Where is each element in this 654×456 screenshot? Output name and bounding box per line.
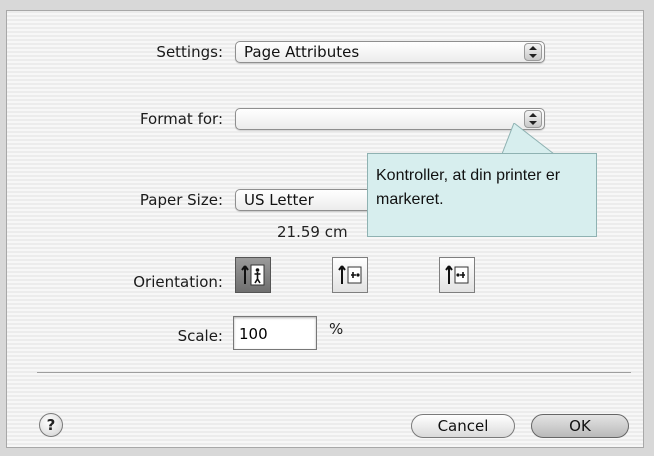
paper-size-value: US Letter xyxy=(244,191,314,209)
tooltip-callout: Kontroller, at din printer er markeret. xyxy=(367,153,597,237)
tooltip-text: Kontroller, at din printer er markeret. xyxy=(376,167,561,208)
scale-value: 100 xyxy=(239,325,268,343)
paper-size-label: Paper Size: xyxy=(139,191,223,209)
format-for-popup[interactable] xyxy=(235,108,545,130)
tooltip-pointer xyxy=(502,123,556,155)
landscape-left-icon xyxy=(338,265,362,284)
popup-arrows-icon xyxy=(524,43,542,61)
cancel-button[interactable]: Cancel xyxy=(411,414,515,438)
paper-dimensions: 21.59 cm xyxy=(277,223,348,241)
orientation-landscape-left-button[interactable] xyxy=(332,257,368,293)
scale-unit: % xyxy=(329,320,344,338)
scale-input[interactable]: 100 xyxy=(233,316,317,350)
scale-label: Scale: xyxy=(177,327,223,345)
format-for-label: Format for: xyxy=(139,110,223,128)
landscape-right-icon xyxy=(445,265,469,284)
orientation-portrait-button[interactable] xyxy=(235,257,271,293)
ok-button[interactable]: OK xyxy=(531,414,629,438)
settings-popup[interactable]: Page Attributes xyxy=(235,41,545,63)
orientation-landscape-right-button[interactable] xyxy=(439,257,475,293)
divider xyxy=(37,372,631,373)
orientation-label: Orientation: xyxy=(133,273,223,291)
settings-value: Page Attributes xyxy=(244,43,360,61)
help-button[interactable]: ? xyxy=(39,413,63,437)
settings-label: Settings: xyxy=(156,43,223,61)
portrait-icon xyxy=(241,264,265,286)
